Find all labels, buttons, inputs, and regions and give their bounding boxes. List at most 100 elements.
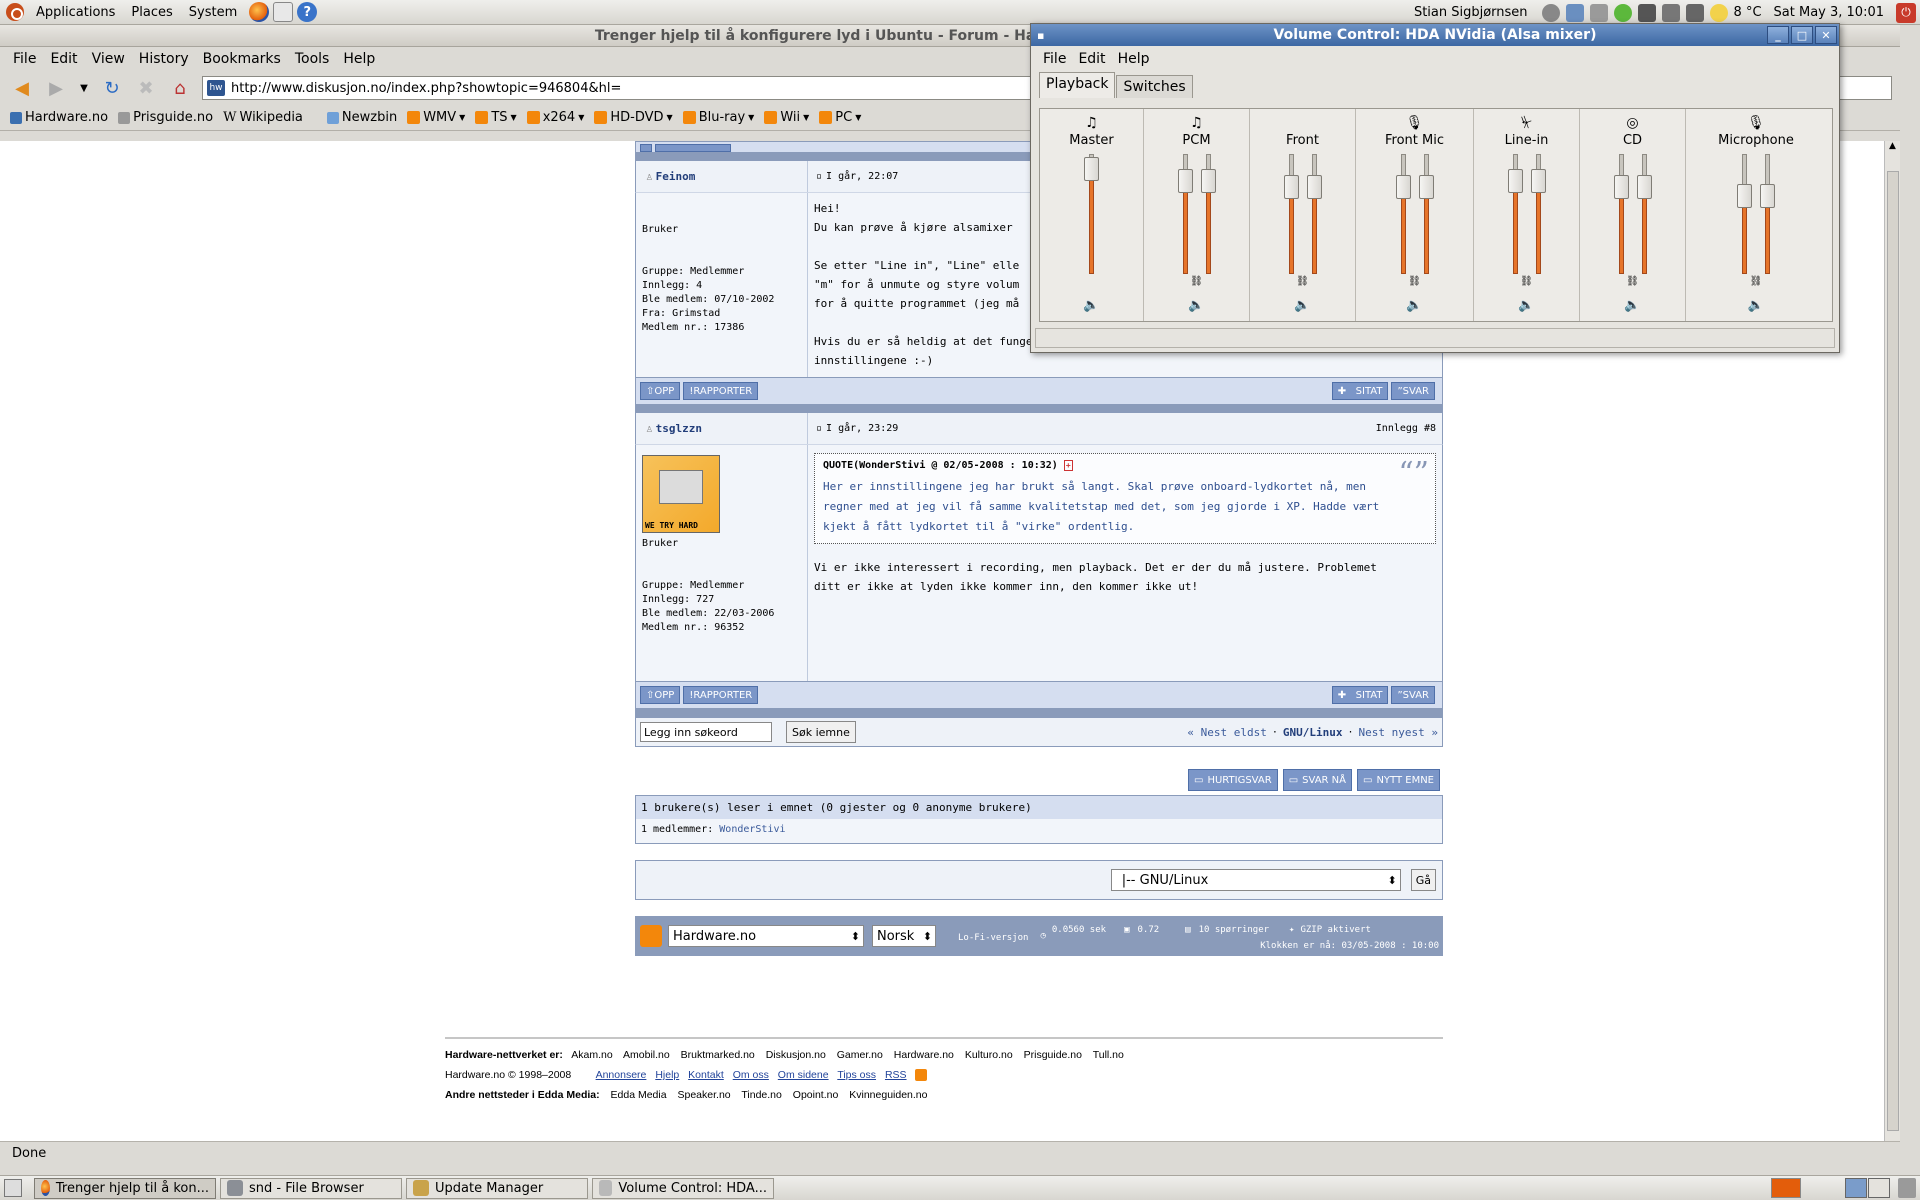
weather-temp[interactable]: 8 °C bbox=[1734, 5, 1762, 20]
vol-menu-help[interactable]: Help bbox=[1112, 51, 1156, 67]
post-author[interactable]: ♙ Feinom bbox=[636, 161, 808, 192]
footer-link[interactable]: Tips oss bbox=[837, 1069, 876, 1081]
task-update-manager[interactable]: Update Manager bbox=[406, 1177, 588, 1199]
task-volume-control[interactable]: Volume Control: HDA... bbox=[592, 1177, 774, 1199]
volume-slider[interactable] bbox=[1395, 154, 1411, 274]
volume-slider[interactable] bbox=[1283, 154, 1299, 274]
show-desktop-icon[interactable] bbox=[4, 1179, 22, 1197]
slider-knob[interactable] bbox=[1530, 169, 1546, 193]
network-link[interactable]: Prisguide.no bbox=[1024, 1049, 1082, 1061]
next-topic-link[interactable]: Nest nyest » bbox=[1359, 726, 1438, 739]
workspace-2[interactable] bbox=[1868, 1178, 1890, 1198]
bookmark-wii[interactable]: Wii ▼ bbox=[764, 110, 809, 125]
forum-link[interactable]: GNU/Linux bbox=[1283, 726, 1343, 739]
language-select[interactable]: Norsk bbox=[872, 925, 936, 947]
clock[interactable]: Sat May 3, 10:01 bbox=[1774, 5, 1884, 20]
bookmark-x264[interactable]: x264 ▼ bbox=[526, 110, 584, 125]
opp-button[interactable]: ⇧ OPP bbox=[640, 382, 681, 400]
workspace-1[interactable] bbox=[1845, 1178, 1867, 1198]
mute-speaker-icon[interactable]: 🔈 bbox=[1188, 298, 1204, 313]
ubuntu-logo-icon[interactable] bbox=[6, 3, 24, 21]
chain-link-icon[interactable]: ⛓ bbox=[1626, 276, 1639, 290]
history-dropdown-icon[interactable]: ▼ bbox=[78, 76, 90, 100]
menu-help[interactable]: Help bbox=[336, 51, 382, 67]
edda-link[interactable]: Kvinneguiden.no bbox=[849, 1089, 927, 1101]
footer-link[interactable]: Hjelp bbox=[655, 1069, 679, 1081]
post-author[interactable]: ♙ tsglzzn bbox=[636, 413, 808, 444]
footer-link[interactable]: RSS bbox=[885, 1069, 907, 1081]
update-tray-icon[interactable] bbox=[1589, 3, 1608, 22]
site-select[interactable]: Hardware.no bbox=[668, 925, 864, 947]
scrollbar-thumb[interactable] bbox=[1887, 171, 1899, 1131]
tab-switches[interactable]: Switches bbox=[1116, 75, 1193, 98]
slider-knob[interactable] bbox=[1613, 175, 1629, 199]
volume-slider[interactable] bbox=[1636, 154, 1652, 274]
volume-slider[interactable] bbox=[1177, 154, 1193, 274]
weather-icon[interactable] bbox=[1709, 3, 1728, 22]
mute-speaker-icon[interactable]: 🔈 bbox=[1083, 298, 1099, 313]
footer-link[interactable]: Kontakt bbox=[688, 1069, 724, 1081]
firefox-launcher-icon[interactable] bbox=[249, 2, 270, 22]
search-input[interactable]: Legg inn søkeord bbox=[640, 722, 772, 742]
rss-icon[interactable] bbox=[915, 1069, 928, 1082]
bookmark-hddvd[interactable]: HD-DVD ▼ bbox=[594, 110, 673, 125]
expand-icon[interactable]: + bbox=[1063, 460, 1073, 471]
page-scrollbar[interactable]: ▲ bbox=[1884, 141, 1900, 1141]
menu-tools[interactable]: Tools bbox=[288, 51, 337, 67]
slider-knob[interactable] bbox=[1636, 175, 1652, 199]
bookmark-newzbin[interactable]: Newzbin bbox=[326, 110, 397, 125]
mute-speaker-icon[interactable]: 🔈 bbox=[1624, 298, 1640, 313]
power-icon[interactable]: ⏻ bbox=[1896, 2, 1916, 23]
chain-link-icon[interactable]: ⛓ bbox=[1750, 276, 1763, 290]
svar-naa-button[interactable]: ▭ SVAR NÅ bbox=[1282, 769, 1352, 791]
home-icon[interactable]: ⌂ bbox=[168, 76, 192, 100]
volume-slider[interactable] bbox=[1200, 154, 1216, 274]
rapporter-button[interactable]: ! RAPPORTER bbox=[683, 686, 759, 704]
network-link[interactable]: Diskusjon.no bbox=[766, 1049, 826, 1061]
scroll-up-icon[interactable]: ▲ bbox=[1885, 141, 1900, 157]
bookmark-hardware[interactable]: Hardware.no bbox=[10, 110, 108, 125]
rapporter-button[interactable] bbox=[655, 144, 731, 152]
menu-file[interactable]: File bbox=[6, 51, 43, 67]
task-file-browser[interactable]: snd - File Browser bbox=[220, 1177, 402, 1199]
menu-bookmarks[interactable]: Bookmarks bbox=[196, 51, 288, 67]
battery-tray-icon[interactable] bbox=[1661, 3, 1680, 22]
bookmark-pc[interactable]: PC ▼ bbox=[819, 110, 861, 125]
tab-playback[interactable]: Playback bbox=[1039, 72, 1116, 98]
network-link[interactable]: Amobil.no bbox=[623, 1049, 670, 1061]
places-menu[interactable]: Places bbox=[123, 5, 180, 20]
prev-topic-link[interactable]: « Nest eldst bbox=[1187, 726, 1266, 739]
lofi-link[interactable]: Lo-Fi-versjon bbox=[958, 933, 1028, 943]
edda-link[interactable]: Speaker.no bbox=[678, 1089, 731, 1101]
reader-link[interactable]: WonderStivi bbox=[719, 824, 785, 835]
volume-slider[interactable] bbox=[1507, 154, 1523, 274]
vol-menu-edit[interactable]: Edit bbox=[1072, 51, 1111, 67]
slider-knob[interactable] bbox=[1306, 175, 1322, 199]
search-button[interactable]: Søk iemne bbox=[786, 721, 856, 743]
rapporter-button[interactable]: ! RAPPORTER bbox=[683, 382, 759, 400]
footer-link[interactable]: Annonsere bbox=[596, 1069, 647, 1081]
edda-link[interactable]: Edda Media bbox=[611, 1089, 667, 1101]
slider-knob[interactable] bbox=[1418, 175, 1434, 199]
sitat-button[interactable]: ✚ SITAT bbox=[1331, 686, 1389, 704]
slider-knob[interactable] bbox=[1177, 169, 1193, 193]
chain-link-icon[interactable]: ⛓ bbox=[1520, 276, 1533, 290]
volume-slider[interactable] bbox=[1418, 154, 1434, 274]
task-firefox[interactable]: Trenger hjelp til å kon... bbox=[34, 1177, 216, 1199]
bookmark-wikipedia[interactable]: W Wikipedia bbox=[223, 110, 303, 125]
volume-titlebar[interactable]: ▪ Volume Control: HDA NVidia (Alsa mixer… bbox=[1031, 24, 1839, 46]
trash-icon[interactable] bbox=[1898, 1178, 1916, 1198]
menu-view[interactable]: View bbox=[85, 51, 132, 67]
applications-menu[interactable]: Applications bbox=[28, 5, 123, 20]
minimize-icon[interactable]: _ bbox=[1767, 26, 1789, 44]
footer-link[interactable]: Om oss bbox=[733, 1069, 769, 1081]
network-link[interactable]: Hardware.no bbox=[894, 1049, 954, 1061]
close-icon[interactable]: ✕ bbox=[1815, 26, 1837, 44]
bookmark-bluray[interactable]: Blu-ray ▼ bbox=[682, 110, 754, 125]
forum-jump-select[interactable]: |-- GNU/Linux bbox=[1110, 869, 1401, 891]
url-text[interactable]: http://www.diskusjon.no/index.php?showto… bbox=[231, 81, 621, 96]
display-tray-icon[interactable] bbox=[1637, 3, 1656, 22]
footer-link[interactable]: Om sidene bbox=[778, 1069, 829, 1081]
volume-tray-icon[interactable] bbox=[1685, 3, 1704, 22]
post-number[interactable]: Innlegg #8 bbox=[1376, 423, 1442, 434]
